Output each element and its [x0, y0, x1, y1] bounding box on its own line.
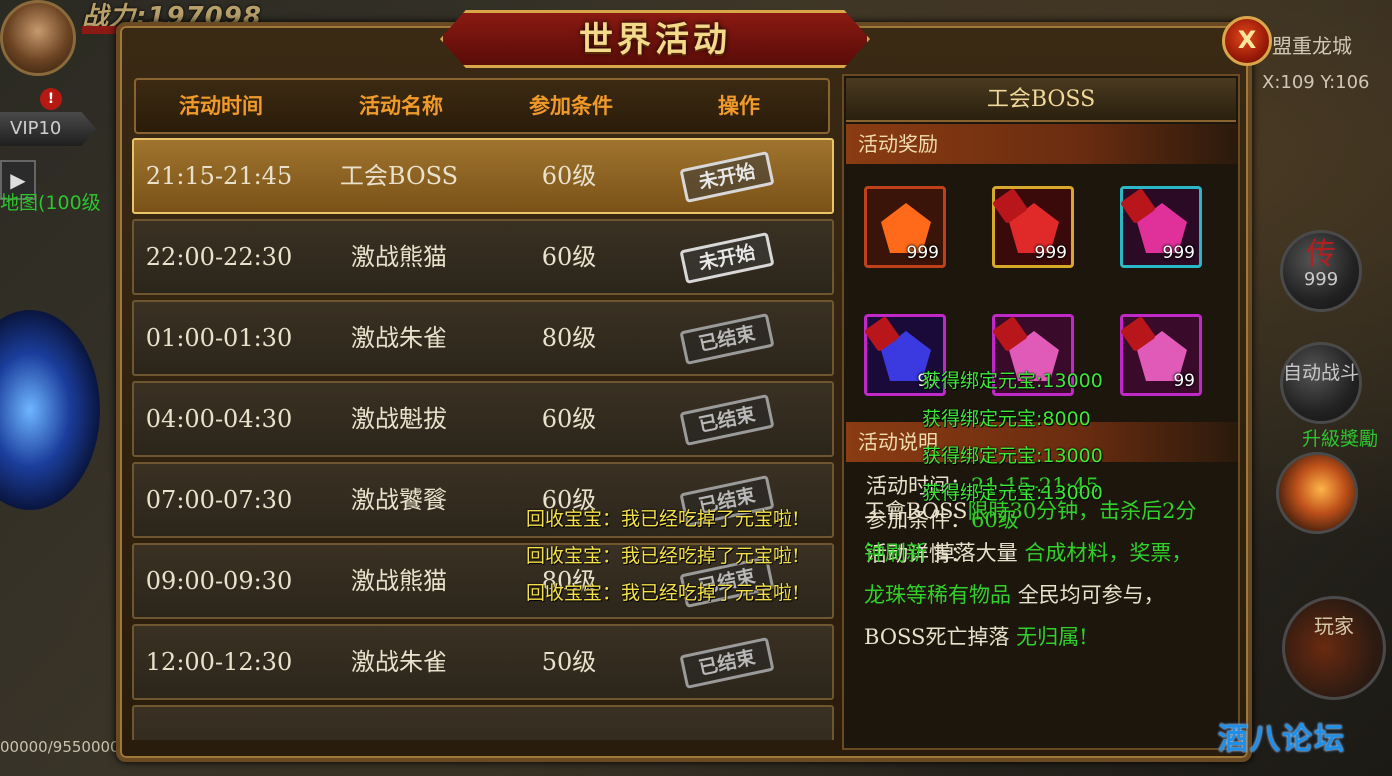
header-time: 活动时间 — [179, 93, 263, 118]
row-name: 激战熊猫 — [351, 243, 447, 271]
desc-part-6: 无归属! — [1016, 625, 1088, 649]
reward-qty: 999 — [906, 243, 939, 263]
detail-title: 工会BOSS — [846, 78, 1236, 122]
pet-message: 回收宝宝：我已经吃掉了元宝啦! — [526, 582, 800, 604]
upgrade-reward-link[interactable]: 升級獎勵 — [1302, 424, 1378, 451]
close-button[interactable]: X — [1222, 16, 1272, 66]
row-time: 04:00-04:30 — [145, 405, 293, 433]
row-time: 21:15-21:45 — [145, 162, 293, 190]
row-name: 激战熊猫 — [351, 567, 447, 595]
skill-fire-icon[interactable] — [1276, 452, 1358, 534]
status-stamp: 已结束 — [679, 637, 775, 689]
row-name: 激战朱雀 — [351, 324, 447, 352]
row-time: 22:00-22:30 — [145, 243, 293, 271]
list-header: 活动时间 活动名称 参加条件 操作 — [134, 78, 830, 134]
hp-readout: 00000/9550000 — [0, 738, 120, 756]
reward-item[interactable]: 99 — [1119, 314, 1202, 396]
activity-row[interactable]: 04:00-04:30 激战魁拔 60级 已结束 — [132, 381, 834, 457]
status-stamp: 已结束 — [679, 394, 775, 446]
row-name: 激战饕餮 — [351, 486, 447, 514]
vip-badge[interactable]: VIP10 — [0, 112, 96, 146]
reward-toast: 获得绑定元宝:13000 — [922, 370, 1103, 392]
reward-toast: 获得绑定元宝:8000 — [922, 408, 1091, 430]
forum-watermark: 酒八论坛 — [1218, 722, 1346, 757]
pet-message: 回收宝宝：我已经吃掉了元宝啦! — [526, 508, 800, 530]
legend-button[interactable]: 传 999 — [1280, 230, 1362, 312]
activity-row[interactable]: 01:00-01:30 激战朱雀 80级 已结束 — [132, 300, 834, 376]
map-name: 地图(100级 — [0, 192, 101, 214]
reward-item[interactable]: 999 — [991, 186, 1074, 268]
reward-qty: 999 — [1162, 243, 1195, 263]
row-name: 激战魁拔 — [351, 405, 447, 433]
alert-badge[interactable]: ! — [40, 88, 62, 110]
row-time: 07:00-07:30 — [145, 486, 293, 514]
activity-row[interactable]: 12:00-12:30 激战朱雀 50级 已结束 — [132, 624, 834, 700]
dialog-title: 世界活动 — [579, 20, 731, 60]
row-name: 激战朱雀 — [351, 648, 447, 676]
header-operation: 操作 — [718, 93, 760, 118]
legend-glyph: 传 — [1306, 237, 1336, 272]
row-name: 工会BOSS — [339, 162, 459, 190]
player-button[interactable]: 玩家 — [1282, 596, 1386, 700]
row-time: 12:00-12:30 — [145, 648, 293, 676]
rewards-heading: 活动奖励 — [846, 124, 1238, 164]
coordinates: X:109 Y:106 — [1262, 72, 1370, 93]
activity-row[interactable]: 22:00-22:30 激战熊猫 60级 未开始 — [132, 219, 834, 295]
row-condition: 50级 — [541, 648, 597, 676]
row-time: 09:00-09:30 — [145, 567, 293, 595]
status-stamp: 已结束 — [679, 313, 775, 365]
row-condition: 60级 — [541, 405, 597, 433]
reward-item[interactable]: 999 — [1119, 186, 1202, 268]
row-time: 01:00-01:30 — [145, 324, 293, 352]
activity-row[interactable]: 21:15-21:45 工会BOSS 60级 未开始 — [132, 138, 834, 214]
status-stamp: 未开始 — [679, 151, 775, 203]
auto-battle-button[interactable]: 自动战斗 — [1280, 342, 1362, 424]
header-name: 活动名称 — [359, 93, 443, 118]
activity-row-partial[interactable] — [132, 705, 834, 740]
reward-item[interactable]: 999 — [864, 186, 946, 268]
row-condition: 80级 — [541, 324, 597, 352]
player-avatar[interactable] — [0, 0, 76, 76]
reward-toast: 获得绑定元宝:13000 — [922, 482, 1103, 504]
status-stamp: 未开始 — [679, 232, 775, 284]
header-condition: 参加条件 — [529, 93, 613, 118]
reward-qty: 999 — [1034, 243, 1067, 263]
desc-part-3: 掉落大量 — [933, 541, 1018, 565]
portal-effect — [0, 310, 100, 510]
location-name: 盟重龙城 — [1272, 34, 1352, 58]
legend-count: 999 — [1303, 269, 1339, 290]
dialog-title-plate: 世界活动 — [440, 10, 870, 68]
activity-list: 活动时间 活动名称 参加条件 操作 21:15-21:45 工会BOSS 60级… — [130, 74, 836, 740]
reward-toast: 获得绑定元宝:13000 — [922, 445, 1103, 467]
row-condition: 60级 — [541, 162, 597, 190]
activity-description: 工會BOSS限時30分钟，击杀后2分钟刷新 掉落大量 合成材料，奖票，龙珠等稀有… — [864, 490, 1204, 658]
reward-qty: 99 — [1173, 371, 1195, 391]
pet-message: 回收宝宝：我已经吃掉了元宝啦! — [526, 545, 800, 567]
row-condition: 60级 — [541, 243, 597, 271]
